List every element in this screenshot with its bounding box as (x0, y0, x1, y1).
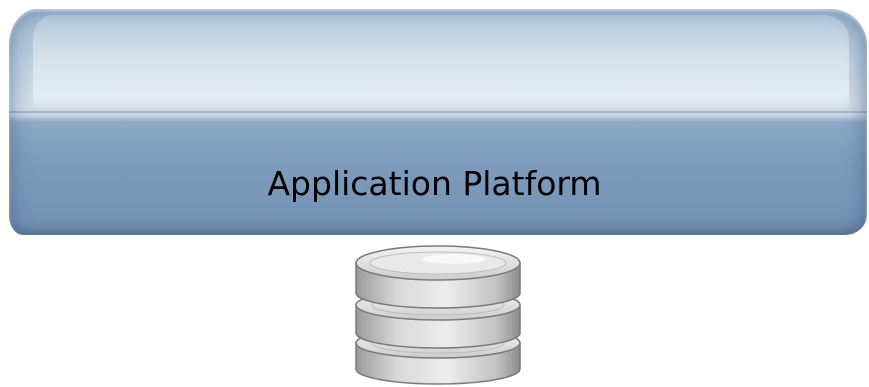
database-icon (355, 245, 521, 385)
database-disk-1 (355, 245, 521, 309)
platform-gloss-edge (9, 111, 867, 113)
application-platform-label: Application Platform (267, 164, 602, 203)
platform-gloss-highlight (33, 15, 849, 109)
